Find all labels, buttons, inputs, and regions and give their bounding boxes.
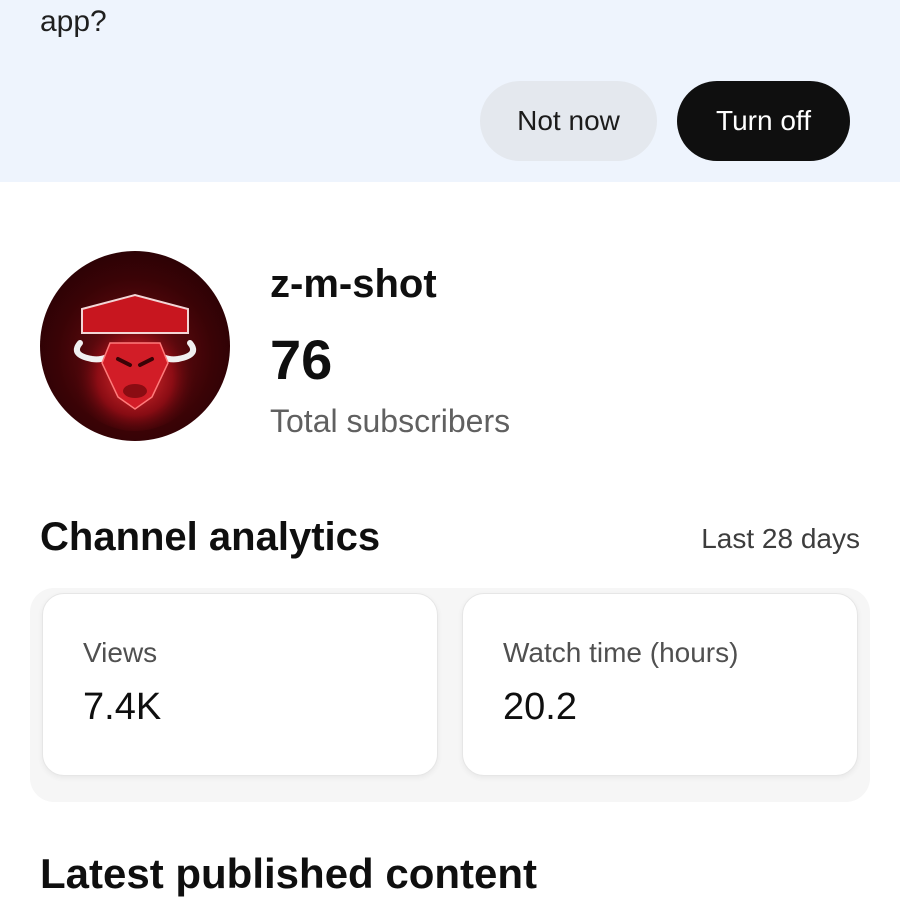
- turn-off-button[interactable]: Turn off: [677, 81, 850, 161]
- channel-avatar[interactable]: [40, 251, 230, 441]
- latest-content-title: Latest published content: [40, 850, 538, 897]
- watch-time-card[interactable]: Watch time (hours) 20.2: [462, 593, 858, 776]
- watch-time-value: 20.2: [503, 686, 577, 728]
- notification-banner: app? Not now Turn off: [0, 0, 900, 182]
- views-card[interactable]: Views 7.4K: [42, 593, 438, 776]
- watch-time-label: Watch time (hours): [503, 637, 739, 668]
- banner-message: app?: [40, 5, 107, 38]
- views-label: Views: [83, 637, 158, 668]
- analytics-period: Last 28 days: [701, 523, 860, 554]
- bull-logo-icon: [65, 291, 205, 431]
- views-value: 7.4K: [83, 686, 162, 728]
- subscriber-count: 76: [270, 328, 333, 391]
- not-now-button[interactable]: Not now: [480, 81, 657, 161]
- channel-name: z-m-shot: [270, 262, 437, 306]
- channel-analytics-title: Channel analytics: [40, 515, 381, 559]
- subscriber-label: Total subscribers: [270, 403, 511, 439]
